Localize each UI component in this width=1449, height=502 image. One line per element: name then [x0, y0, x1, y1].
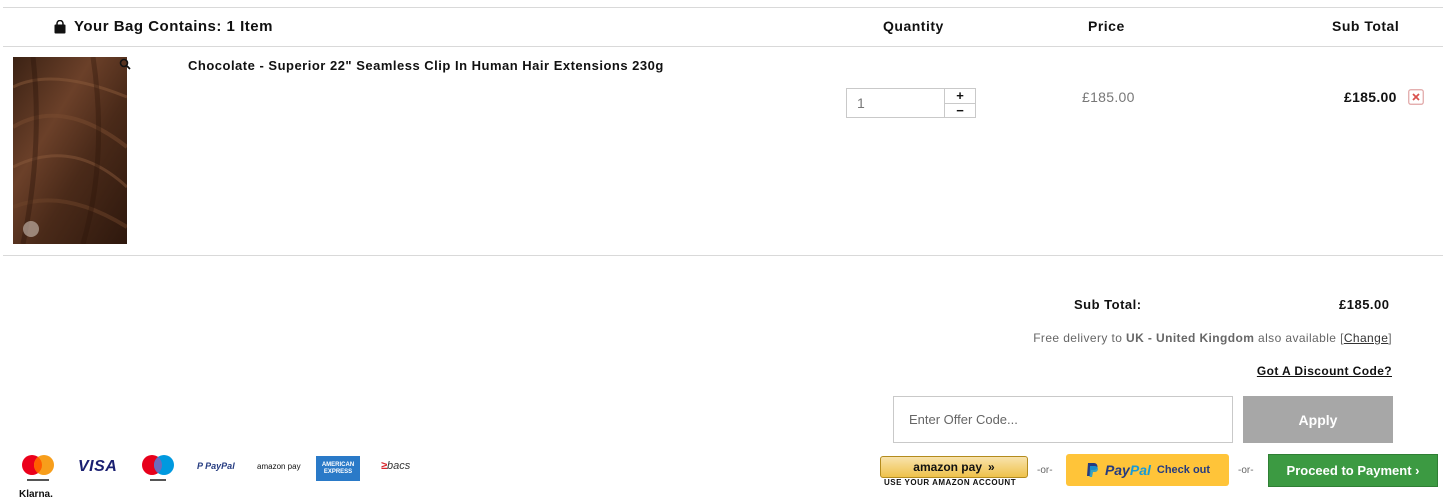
column-header-quantity: Quantity: [883, 18, 944, 34]
item-divider: [3, 255, 1443, 256]
paypal-pay: Pay: [1104, 462, 1130, 478]
delivery-close: ]: [1388, 331, 1392, 345]
column-header-subtotal: Sub Total: [1332, 18, 1400, 34]
amazon-pay-caption: USE YOUR AMAZON ACCOUNT: [884, 478, 1017, 487]
amazon-pay-icon: amazon pay: [257, 462, 301, 471]
american-express-icon: AMERICAN EXPRESS: [316, 456, 360, 481]
delivery-suffix: also available [: [1254, 331, 1344, 345]
or-separator: -or-: [1037, 465, 1053, 476]
zoom-icon[interactable]: [119, 58, 131, 70]
amex-line2: EXPRESS: [323, 468, 353, 475]
paypal-checkout-button[interactable]: PayPal Check out: [1066, 454, 1229, 486]
quantity-input[interactable]: [847, 89, 944, 117]
unit-price: £185.00: [1082, 89, 1135, 105]
bacs-icon: ≥bacs: [381, 460, 410, 472]
paypal-pal: Pal: [1129, 462, 1151, 478]
top-divider: [3, 7, 1443, 8]
delivery-country: UK - United Kingdom: [1126, 331, 1255, 345]
maestro-icon: [142, 455, 174, 481]
discount-code-link[interactable]: Got A Discount Code?: [1257, 364, 1392, 378]
quantity-increase-button[interactable]: +: [945, 89, 975, 103]
product-image[interactable]: [13, 57, 127, 244]
bag-title: Your Bag Contains: 1 Item: [53, 18, 273, 35]
quantity-buttons: + −: [944, 89, 975, 117]
bag-title-text: Your Bag Contains: 1 Item: [74, 18, 273, 35]
shopping-bag-icon: [54, 19, 66, 33]
header-divider: [3, 46, 1443, 47]
mastercard-icon: [22, 455, 54, 481]
change-delivery-link[interactable]: Change: [1344, 331, 1388, 345]
proceed-to-payment-button[interactable]: Proceed to Payment ›: [1268, 454, 1438, 487]
paypal-checkout-label: Check out: [1156, 464, 1211, 476]
paypal-icon: P PayPal: [197, 461, 235, 471]
subtotal-label: Sub Total:: [1074, 297, 1142, 312]
quantity-stepper: + −: [846, 88, 976, 118]
column-header-price: Price: [1088, 18, 1125, 34]
amazon-pay-label: amazon pay: [913, 460, 982, 474]
bacs-text: bacs: [387, 460, 411, 472]
amex-line1: AMERICAN: [321, 461, 355, 468]
paypal-wordmark: PayPal: [1105, 462, 1151, 478]
hair-swatch-image: [13, 57, 127, 244]
amazon-chevrons-icon: »: [988, 460, 995, 474]
klarna-icon: Klarna.: [19, 489, 53, 500]
quantity-decrease-button[interactable]: −: [945, 102, 975, 118]
subtotal-value: £185.00: [1339, 297, 1390, 312]
delivery-info: Free delivery to UK - United Kingdom als…: [1033, 331, 1392, 345]
offer-code-input[interactable]: [893, 396, 1233, 443]
product-name[interactable]: Chocolate - Superior 22" Seamless Clip I…: [188, 58, 664, 73]
paypal-p-icon: [1086, 463, 1098, 477]
delivery-prefix: Free delivery to: [1033, 331, 1127, 345]
or-separator-2: -or-: [1238, 465, 1254, 476]
line-total: £185.00: [1344, 89, 1397, 105]
remove-item-icon[interactable]: [1408, 89, 1424, 105]
amazon-pay-button[interactable]: amazon pay »: [880, 456, 1028, 478]
visa-icon: VISA: [78, 458, 118, 475]
apply-button[interactable]: Apply: [1243, 396, 1393, 443]
